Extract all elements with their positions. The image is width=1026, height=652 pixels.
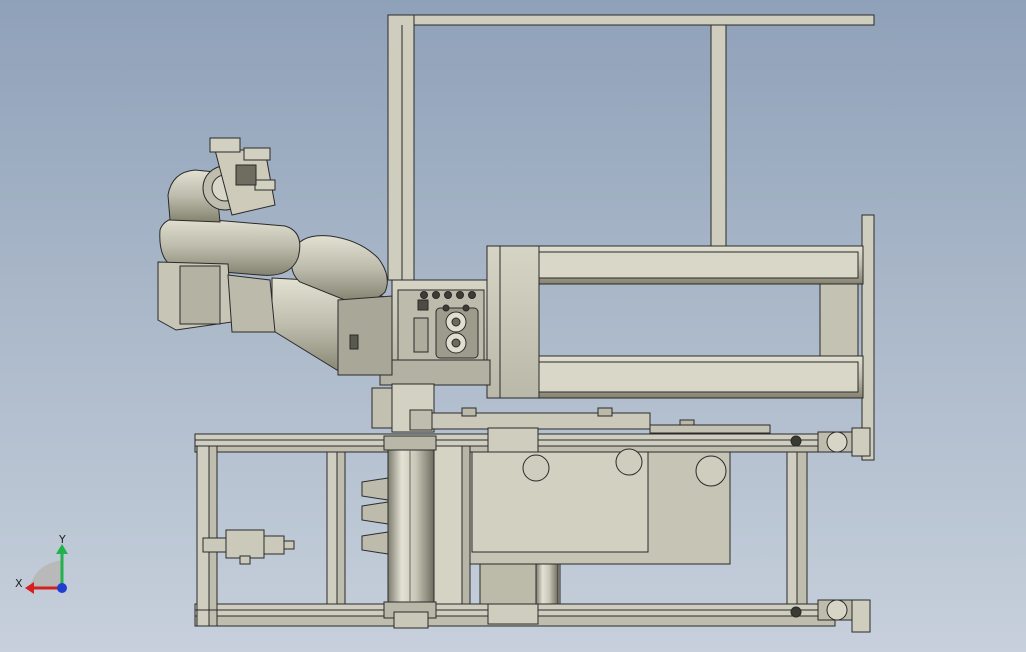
tool-magazine-cylinder xyxy=(383,435,437,629)
x-axis-label: X xyxy=(15,577,23,590)
triad-plane xyxy=(30,560,62,588)
coordinate-triad: Y X xyxy=(15,533,68,594)
y-axis-label: Y xyxy=(58,533,66,546)
storage-box xyxy=(469,448,731,605)
right-post xyxy=(861,214,875,461)
x-axis-arrowhead xyxy=(25,582,34,594)
upper-frame xyxy=(387,14,875,281)
cad-viewport[interactable]: Y X xyxy=(0,0,1026,652)
top-plate xyxy=(431,407,771,434)
tool-holders xyxy=(361,477,389,555)
linear-module xyxy=(486,245,864,399)
z-axis-dot xyxy=(57,583,67,593)
robot-base-gearbox xyxy=(379,279,491,386)
robot-pedestal xyxy=(371,383,435,433)
cad-model-view[interactable]: Y X xyxy=(0,0,1026,652)
robot-arm xyxy=(157,137,393,376)
